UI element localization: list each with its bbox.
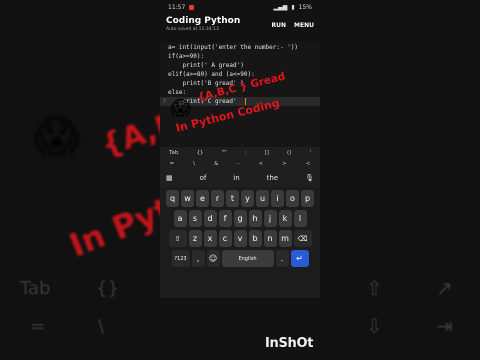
suggestion-item[interactable]: of (200, 174, 207, 182)
symbol-key[interactable]: "" (222, 150, 227, 156)
suggestion-item[interactable]: the (267, 174, 279, 182)
comma-key[interactable]: , (191, 250, 205, 267)
emoji-icon[interactable]: ☺ (206, 250, 220, 267)
space-bar[interactable]: English (221, 250, 274, 267)
key[interactable]: m (278, 230, 292, 247)
key[interactable]: d (203, 210, 217, 227)
bg-key-backslash: \ (98, 316, 105, 337)
inshot-watermark: InShOt (265, 336, 314, 351)
key[interactable]: x (203, 230, 217, 247)
shocked-face-emoji-bg: 😱 (34, 112, 80, 163)
symbol-key[interactable]: Tab (169, 150, 178, 156)
autosave-status: Auto saved at 11:34:13 (166, 27, 219, 32)
key[interactable]: w (181, 190, 194, 207)
key[interactable]: s (188, 210, 202, 227)
symbol-key[interactable]: () (287, 150, 291, 156)
battery-level: 15% (298, 3, 312, 11)
symbol-key[interactable]: [] (265, 150, 269, 156)
symbol-bar-row1: Tab {} "" : [] () ' (160, 147, 320, 158)
key[interactable]: g (233, 210, 247, 227)
symbol-key[interactable]: - (237, 161, 239, 167)
status-bar: 11:57 ▂▄▆ ▮ 15% (160, 0, 320, 14)
video-frame: 😱 {A,B,C } Gread In Python Coding Tab {}… (0, 0, 480, 360)
symbol-key[interactable]: & (214, 161, 218, 167)
key[interactable]: t (226, 190, 239, 207)
key[interactable]: y (241, 190, 254, 207)
bg-tab-arrow-icon: ⇥ (436, 314, 453, 338)
symbol-bar-row2: = \ & - < > < (160, 158, 320, 169)
bg-red-text-1: {A,B,C } Gread (96, 51, 160, 164)
suggestion-bar: ▦ of in the 🎙 (160, 169, 320, 187)
key[interactable]: b (248, 230, 262, 247)
key[interactable]: h (248, 210, 262, 227)
key[interactable]: q (166, 190, 179, 207)
symbol-key[interactable]: > (282, 161, 287, 167)
apps-grid-icon[interactable]: ▦ (166, 174, 173, 182)
symbol-key[interactable]: = (170, 161, 175, 167)
symbol-key[interactable]: ' (309, 150, 311, 156)
key[interactable]: r (211, 190, 224, 207)
keyboard: q w e r t y u i o p a s d f g h j k l ⇧ … (160, 187, 320, 298)
key[interactable]: c (218, 230, 232, 247)
symbol-key[interactable]: : (245, 150, 247, 156)
key[interactable]: a (173, 210, 187, 227)
line-number: 7 (162, 98, 166, 105)
run-button[interactable]: RUN (272, 22, 287, 29)
bg-up-arrow-icon: ⇧ (366, 276, 383, 300)
key[interactable]: k (278, 210, 292, 227)
code-line[interactable]: elif(a>=80) and (a<=90): (160, 70, 320, 79)
signal-icon: ▂▄▆ (273, 3, 288, 11)
microphone-icon[interactable]: 🎙 (305, 174, 314, 182)
bg-key-braces: {} (96, 278, 119, 299)
recording-icon (189, 4, 195, 10)
code-line[interactable]: print(' A gread') (160, 61, 320, 70)
key[interactable]: l (293, 210, 307, 227)
backspace-key[interactable]: ⌫ (293, 230, 312, 247)
key[interactable]: f (218, 210, 232, 227)
background-left-panel: 😱 {A,B,C } Gread In Python Coding Tab {}… (0, 0, 160, 360)
status-time: 11:57 (168, 3, 186, 11)
key[interactable]: i (271, 190, 284, 207)
shocked-face-emoji: 😱 (170, 96, 191, 120)
key[interactable]: z (188, 230, 202, 247)
key[interactable]: j (263, 210, 277, 227)
symbol-key[interactable]: {} (196, 150, 203, 156)
numbers-key[interactable]: ?123 (171, 250, 190, 267)
app-bar: Coding Python Auto saved at 11:34:13 RUN… (160, 14, 320, 42)
enter-key[interactable]: ↵ (290, 250, 309, 267)
app-title: Coding Python (166, 16, 241, 26)
menu-button[interactable]: MENU (294, 22, 314, 29)
bg-arrow-icon: ↗ (436, 276, 453, 300)
bg-key-tab: Tab (20, 278, 51, 299)
code-editor[interactable]: a= int(input('enter the number:- ')) if(… (160, 42, 320, 147)
background-right-panel: ⇧ ↗ ⇩ ⇥ (320, 0, 480, 360)
key[interactable]: o (286, 190, 299, 207)
key[interactable]: p (301, 190, 314, 207)
symbol-key[interactable]: < (258, 161, 263, 167)
key[interactable]: n (263, 230, 277, 247)
code-line[interactable]: a= int(input('enter the number:- ')) (160, 43, 320, 52)
key[interactable]: e (196, 190, 209, 207)
shift-key[interactable]: ⇧ (168, 230, 187, 247)
code-line[interactable]: if(a>=90): (160, 52, 320, 61)
bg-key-equals: = (30, 316, 46, 337)
period-key[interactable]: . (275, 250, 289, 267)
key[interactable]: v (233, 230, 247, 247)
symbol-key[interactable]: < (306, 161, 311, 167)
suggestion-item[interactable]: in (233, 174, 239, 182)
bg-down-arrow-icon: ⇩ (366, 314, 383, 338)
symbol-key[interactable]: \ (193, 161, 195, 167)
key[interactable]: u (256, 190, 269, 207)
battery-icon: ▮ (291, 3, 295, 11)
phone-screen: 11:57 ▂▄▆ ▮ 15% Coding Python Auto saved… (160, 0, 320, 360)
